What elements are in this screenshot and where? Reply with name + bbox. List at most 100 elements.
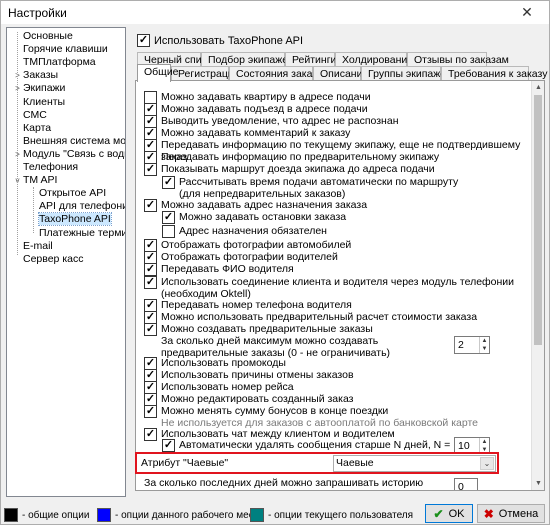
option-label: Можно задавать комментарий к заказу [161,127,351,139]
tree-item[interactable]: Телефония [13,161,78,174]
spin-up-icon[interactable]: ▲ [480,337,489,345]
cancel-label: Отмена [498,507,539,520]
use-taxophone-api-checkbox[interactable]: Использовать TaxoPhone API [137,34,303,47]
spin-buttons[interactable]: ▲ ▼ [479,337,489,353]
option-label: Можно задавать остановки заказа [179,211,347,223]
tree-item[interactable]: Сервер касс [13,253,83,266]
chevron-down-icon[interactable]: ⌄ [480,457,494,470]
spin-up-icon[interactable]: ▲ [480,438,489,446]
option-label: Использовать причины отмены заказов [161,369,354,381]
checkbox-box[interactable] [144,163,157,176]
legend-common: - общие опции [4,508,89,522]
settings-window: Настройки ✕ Основные Горячие клавиши ТМПла… [0,0,550,525]
tree-item-label: Карта [23,121,52,134]
scroll-down-icon[interactable]: ▼ [532,477,544,490]
option-label: Передавать ФИО водителя [161,263,294,275]
option-label: Показывать маршрут доезда экипажа до адр… [161,163,435,175]
option-label: Можно создавать предварительные заказы [161,323,373,335]
checkbox-box[interactable] [162,176,175,189]
tree-item[interactable]: Открытое API [29,187,106,200]
legend-user: - опции текущего пользователя [250,508,413,522]
preorder-days-input[interactable]: 2 ▲ ▼ [454,336,490,354]
option-checkbox[interactable]: Показывать маршрут доезда экипажа до адр… [144,163,524,176]
tips-attribute-select[interactable]: Чаевые ⌄ [333,455,496,472]
option-label: Использовать номер рейса [161,381,294,393]
option-checkbox[interactable]: Рассчитывать время подачи автоматически … [162,176,462,200]
chat-days-value: 10 [458,440,470,452]
tree-item[interactable]: > Экипажи [13,82,65,95]
checkbox-box[interactable] [162,439,175,452]
history-days-label: За сколько последних дней можно запрашив… [144,477,424,490]
option-checkbox[interactable]: Можно задавать остановки заказа [162,211,522,224]
tips-attribute-row: Атрибут "Чаевые" Чаевые ⌄ [135,452,499,474]
option-label: Можно редактировать созданный заказ [161,393,354,405]
tree-item[interactable]: Карта [13,122,51,135]
tree-item[interactable]: > Заказы [13,69,58,82]
tree-item[interactable]: >Модуль "Связь с водителями" [13,148,125,161]
tree-item-label: Горячие клавиши [23,43,108,56]
tree-item-label: TaxoPhone API [38,212,112,227]
tree-item-label: API для телефонии [39,200,126,213]
option-label: Отображать фотографии автомобилей [161,239,352,251]
checkbox-box[interactable] [162,211,175,224]
checkbox-box[interactable] [144,199,157,212]
legend-swatch-blue [97,508,111,522]
settings-tree: Основные Горячие клавиши ТМПлатформа > Заказ… [6,27,126,497]
tab-general[interactable]: Общие [137,64,179,82]
option-checkbox[interactable]: Использовать соединение клиента и водите… [144,276,524,300]
bottom-bar: - общие опции - опции данного рабочего м… [1,501,550,525]
tree-item-label: E-mail [23,239,53,252]
tree-item-label: TM API [23,174,58,187]
preorder-days-label: За сколько дней максимум можно создавать… [161,335,391,359]
tree-item[interactable]: Горячие клавиши [13,43,108,56]
spin-down-icon[interactable]: ▼ [480,345,489,353]
option-checkbox[interactable]: Автоматически удалять сообщения старше N… [162,439,462,452]
tree-item-label: СМС [23,108,47,121]
general-options-panel: ▲ ▼ Можно задавать квартиру в адресе под… [135,80,545,491]
option-label: Можно менять сумму бонусов в конце поезд… [161,405,389,417]
checkbox-box[interactable] [144,405,157,418]
checkbox-label: Использовать TaxoPhone API [154,34,304,47]
tree-item[interactable]: API для телефонии [29,200,126,213]
tree-item-label: Заказы [23,69,59,82]
checkbox-box[interactable] [137,34,150,47]
vertical-scrollbar[interactable]: ▲ ▼ [531,81,544,490]
tree-item-label: Платежные терминалы [39,226,125,239]
tree-item[interactable]: Платежные терминалы [29,226,125,240]
bonus-hint: Не используется для заказов с автооплато… [161,417,479,429]
scroll-up-icon[interactable]: ▲ [532,81,544,94]
tree-item[interactable]: TaxoPhone API [29,212,112,227]
option-label: Автоматически удалять сообщения старше N… [179,439,451,451]
checkbox-box[interactable] [144,263,157,276]
cancel-button[interactable]: ✖ Отмена [477,504,545,523]
tree-item-label: Экипажи [23,82,66,95]
ok-button[interactable]: ✔ OK [425,504,473,523]
tree-item[interactable]: v TM API [13,174,58,187]
tree-item[interactable]: E-mail [13,240,53,253]
tree-item-label: Внешняя система мониторинга [23,134,126,147]
option-label: Можно задавать подъезд в адресе подачи [161,103,368,115]
checkbox-box[interactable] [144,428,157,441]
title-bar: Настройки ✕ [1,1,549,24]
option-label: Можно использовать предварительный расче… [161,311,478,323]
legend-user-label: - опции текущего пользователя [268,509,414,521]
option-label: Можно задавать квартиру в адресе подачи [161,91,371,103]
checkbox-box[interactable] [144,276,157,289]
option-label: Адрес назначения обязателен [179,225,327,237]
tree-item[interactable]: Внешняя система мониторинга [13,134,126,148]
checkbox-box[interactable] [162,225,175,238]
tree-item[interactable]: Основные [13,30,73,43]
history-days-input[interactable]: 0 [454,478,478,490]
legend-swatch-teal [250,508,264,522]
legend-swatch-black [4,508,18,522]
tree-item[interactable]: ТМПлатформа [13,56,96,69]
option-checkbox[interactable]: Передавать ФИО водителя [144,263,524,276]
close-icon[interactable]: ✕ [505,1,549,24]
tree-item[interactable]: Клиенты [13,96,65,109]
tree-item[interactable]: СМС [13,109,47,122]
scroll-thumb[interactable] [534,95,542,345]
checkbox-box[interactable] [144,323,157,336]
cross-icon: ✖ [483,506,494,521]
tree-item-label: Открытое API [39,187,107,200]
option-checkbox[interactable]: Адрес назначения обязателен [162,225,522,238]
